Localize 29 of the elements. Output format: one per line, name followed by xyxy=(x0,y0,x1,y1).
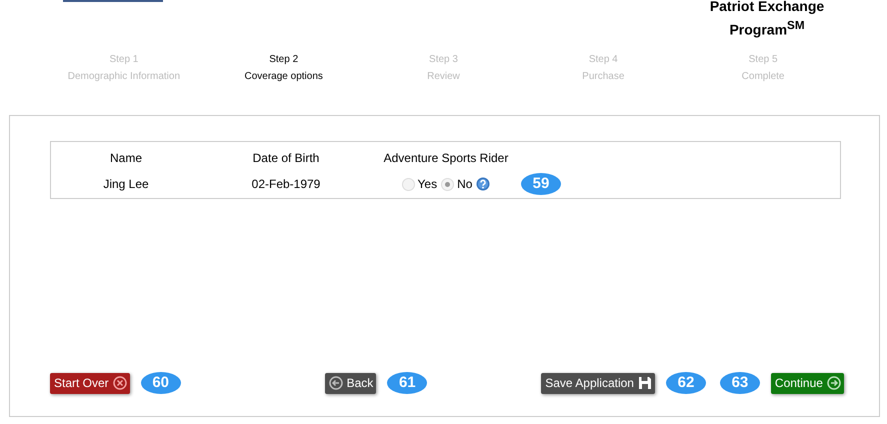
close-icon xyxy=(112,376,127,390)
continue-button[interactable]: Continue xyxy=(770,372,844,394)
step-label: Demographic Information xyxy=(68,71,180,82)
step-number: Step 1 xyxy=(109,54,138,65)
help-icon[interactable] xyxy=(476,177,490,191)
step-number: Step 2 xyxy=(269,54,298,65)
step-label: Purchase xyxy=(582,71,624,82)
column-header: Date of Birth xyxy=(252,151,320,165)
table-cell-text: 02-Feb-1979 xyxy=(250,177,322,191)
column-header: Adventure Sports Rider xyxy=(382,151,510,165)
step-label: Review xyxy=(427,71,460,82)
step-number: Step 5 xyxy=(748,54,778,65)
step-number: Step 4 xyxy=(588,54,618,65)
back-button[interactable]: Back xyxy=(324,372,376,394)
callout-badge: 59 xyxy=(521,173,561,195)
table-cell-text: Jing Lee xyxy=(102,177,150,191)
column-header: Name xyxy=(108,151,143,165)
step-label: Coverage options xyxy=(244,71,323,82)
step-label: Complete xyxy=(742,71,784,82)
program-title: Patriot Exchange Program$^{SM}$ xyxy=(708,0,826,40)
radio-label: No xyxy=(457,177,472,191)
save-button[interactable]: Save Application xyxy=(541,372,655,394)
callout-badge: 63 xyxy=(720,372,760,394)
start-over-button[interactable]: Start Over xyxy=(50,372,130,394)
callout-badge: 62 xyxy=(666,372,706,394)
step-number: Step 3 xyxy=(429,54,458,65)
callout-badge: 60 xyxy=(140,372,181,394)
callout-badge: 61 xyxy=(387,372,428,394)
radio-label: Yes xyxy=(418,177,438,191)
